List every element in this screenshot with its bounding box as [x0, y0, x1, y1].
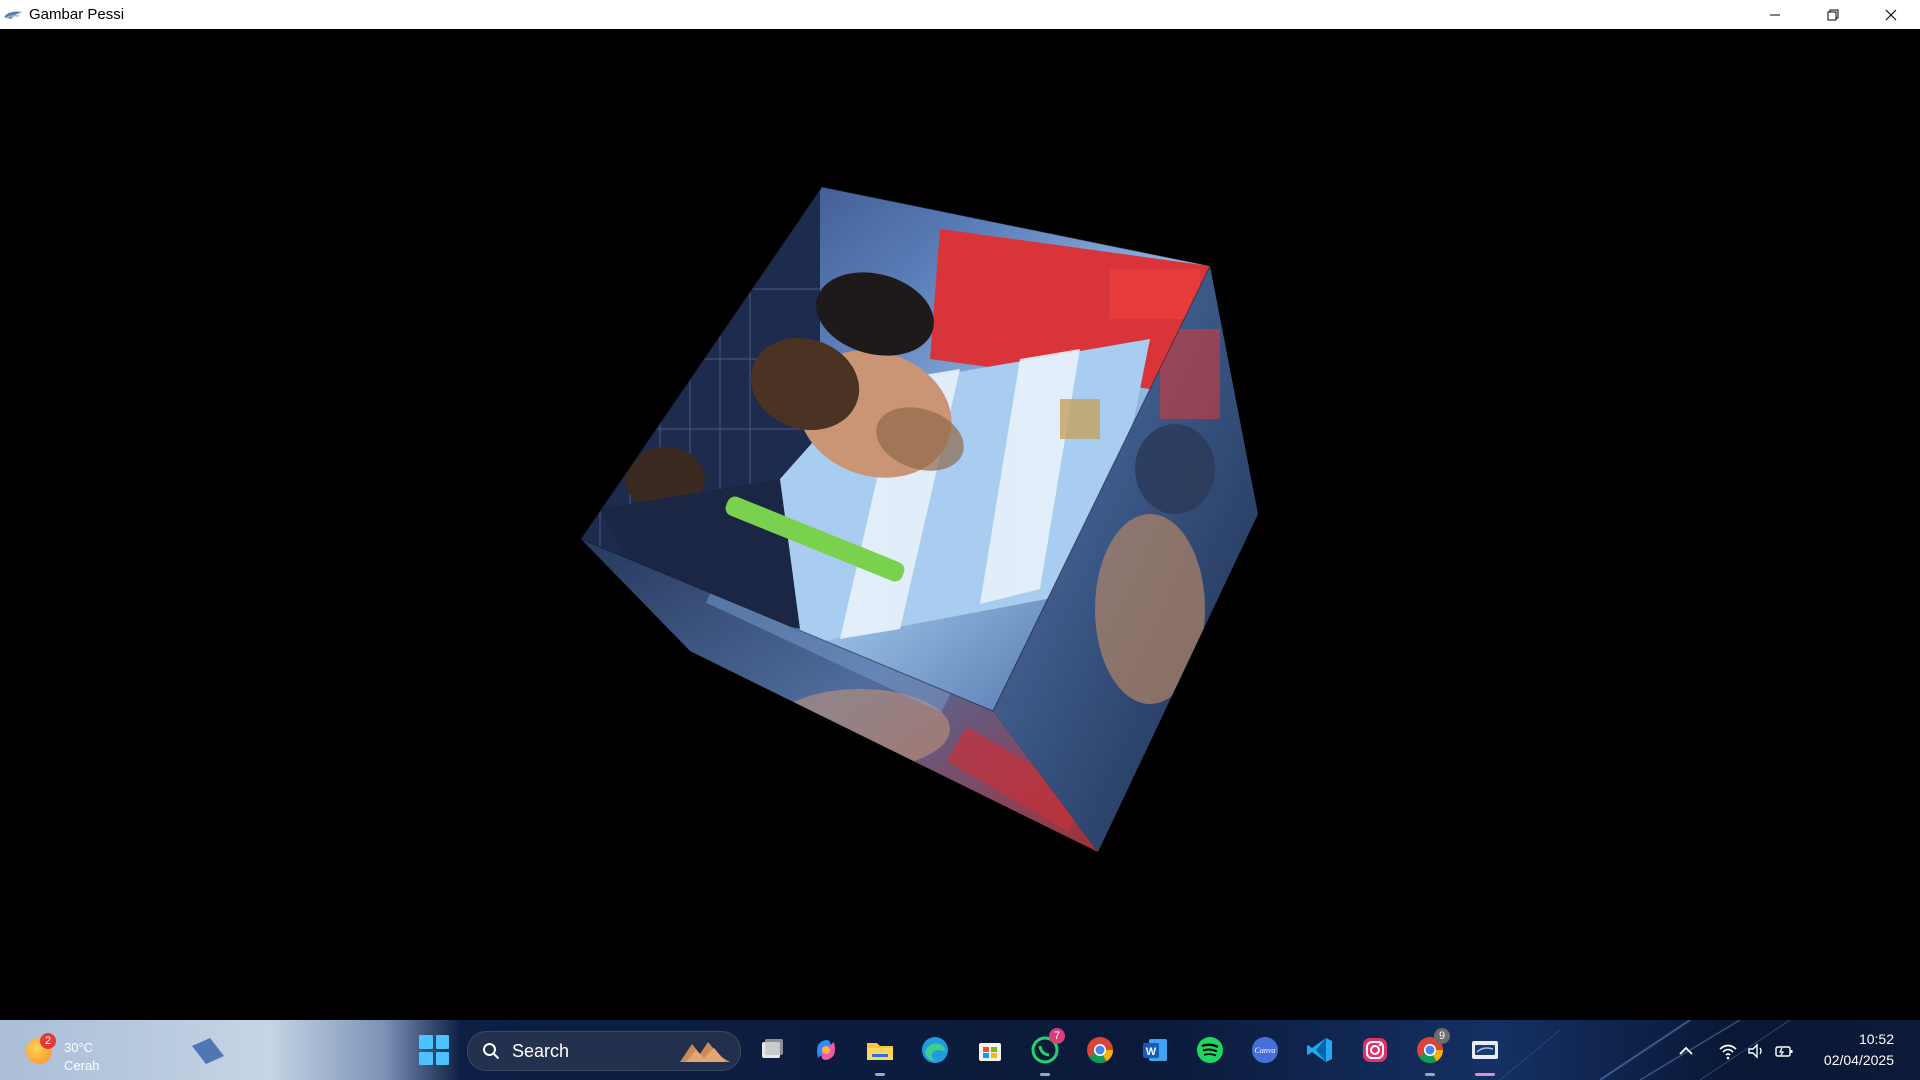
windows-logo-tile — [435, 1051, 449, 1065]
task-view-button[interactable] — [754, 1032, 790, 1068]
clock-date[interactable]: 02/04/2025 — [1824, 1052, 1894, 1068]
system-tray: 10:52 02/04/2025 — [1670, 1020, 1920, 1080]
volume-icon[interactable] — [1746, 1041, 1766, 1061]
vscode-icon — [1307, 1038, 1332, 1062]
edge-icon — [922, 1037, 948, 1063]
battery-icon[interactable] — [1774, 1041, 1794, 1061]
task-view-icon — [762, 1039, 783, 1058]
restore-button[interactable] — [1804, 0, 1862, 29]
spotify-button[interactable] — [1192, 1032, 1228, 1068]
store-button[interactable] — [972, 1032, 1008, 1068]
vscode-button[interactable] — [1302, 1032, 1338, 1068]
clock-time[interactable]: 10:52 — [1859, 1031, 1894, 1047]
whatsapp-button[interactable]: 7 — [1027, 1028, 1065, 1076]
copilot-button[interactable] — [808, 1032, 844, 1068]
windows-logo-tile — [435, 1035, 449, 1049]
windows-logo-tile — [419, 1035, 433, 1049]
weather-temperature: 30°C — [64, 1040, 94, 1055]
running-indicator — [1040, 1073, 1050, 1076]
windows-logo-tile — [419, 1051, 433, 1065]
app-icon — [4, 11, 22, 19]
window-controls — [1746, 0, 1920, 29]
weather-badge: 2 — [40, 1033, 56, 1049]
wifi-icon[interactable] — [1718, 1041, 1738, 1061]
wallpaper-shape — [192, 1038, 224, 1064]
chrome-profile-badge: 9 — [1434, 1028, 1450, 1044]
chevron-up-icon[interactable] — [1676, 1041, 1696, 1061]
file-explorer-button[interactable] — [862, 1032, 898, 1076]
opengl-app-icon — [1472, 1041, 1498, 1059]
minimize-button[interactable] — [1746, 0, 1804, 29]
wallpaper-streaks — [1499, 1020, 1791, 1080]
search-icon — [483, 1043, 500, 1060]
svg-text:W: W — [1146, 1046, 1157, 1058]
canva-logo-text: Canva — [1255, 1046, 1276, 1055]
opengl-app-button[interactable] — [1467, 1032, 1503, 1076]
spotify-icon — [1197, 1037, 1223, 1063]
window-title: Gambar Pessi — [29, 6, 125, 23]
whatsapp-badge: 7 — [1049, 1028, 1065, 1044]
chrome-profile-button[interactable]: 9 — [1412, 1028, 1450, 1076]
title-bar[interactable]: Gambar Pessi — [0, 0, 1920, 29]
restore-icon — [1827, 9, 1839, 20]
minimize-icon — [1770, 14, 1780, 15]
canva-button[interactable]: Canva — [1247, 1032, 1283, 1068]
weather-widget[interactable]: 2 30°C Cerah — [20, 1030, 110, 1074]
edge-button[interactable] — [917, 1032, 953, 1068]
start-button[interactable] — [417, 1033, 451, 1067]
active-window-indicator — [1475, 1073, 1495, 1076]
cube-scene — [580, 186, 1258, 852]
search-label: Search — [512, 1041, 570, 1061]
chrome-icon — [1087, 1037, 1114, 1064]
close-button[interactable] — [1862, 0, 1920, 29]
close-icon — [1885, 9, 1897, 20]
copilot-icon — [817, 1040, 835, 1060]
store-icon — [979, 1043, 1001, 1061]
search-highlight-icon — [680, 1042, 730, 1062]
instagram-icon — [1363, 1038, 1387, 1062]
taskbar: 2 30°C Cerah Search 7 W Canva 9 10:52 02… — [0, 1020, 1920, 1080]
word-icon: W — [1143, 1039, 1167, 1061]
running-indicator — [875, 1073, 885, 1076]
running-indicator — [1425, 1073, 1435, 1076]
folder-icon — [867, 1043, 893, 1060]
word-button[interactable]: W — [1137, 1032, 1173, 1068]
weather-condition: Cerah — [64, 1058, 100, 1073]
instagram-button[interactable] — [1357, 1032, 1393, 1068]
canva-icon: Canva — [1252, 1037, 1278, 1063]
chrome-button[interactable] — [1082, 1032, 1118, 1068]
search-box[interactable]: Search — [467, 1031, 741, 1071]
render-viewport[interactable] — [0, 29, 1920, 1020]
